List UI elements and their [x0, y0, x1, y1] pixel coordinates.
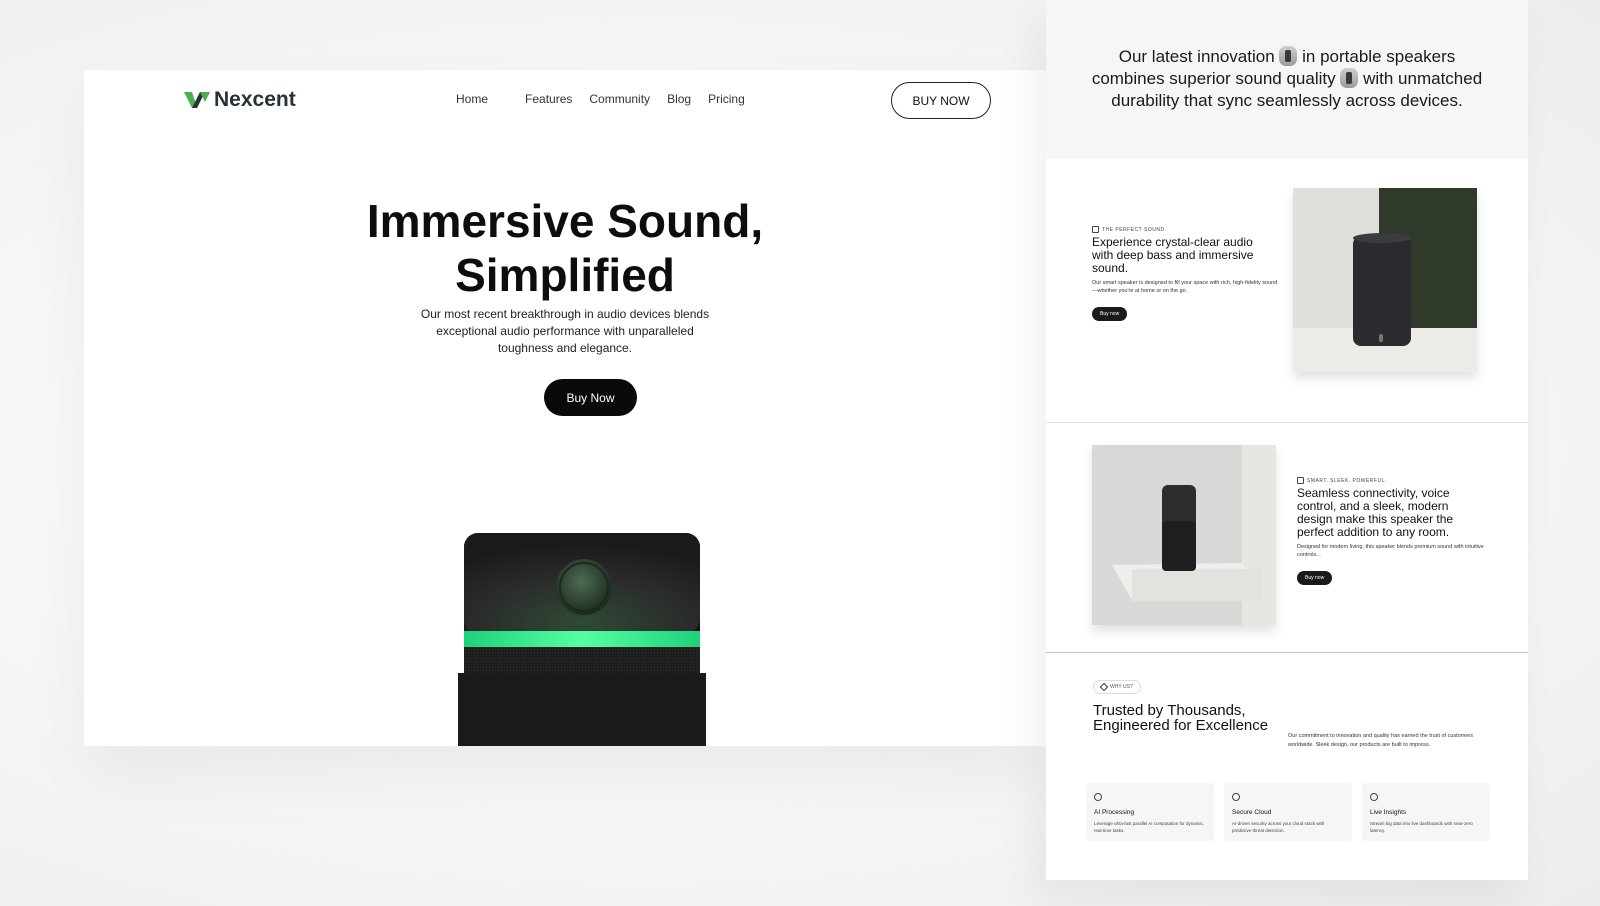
diamond-icon	[1099, 682, 1109, 692]
brand-name: Nexcent	[214, 88, 296, 111]
nav-blog[interactable]: Blog	[667, 92, 691, 106]
intro-text-part-4: with unmatched	[1363, 69, 1483, 88]
why-us-title: Trusted by Thousands, Engineered for Exc…	[1093, 702, 1269, 734]
nav-pricing[interactable]: Pricing	[708, 92, 745, 106]
chip-icon	[1094, 793, 1102, 801]
pill-speaker-icon	[1340, 68, 1359, 88]
mockup-stage: Nexcent Home Features Community Blog Pri…	[0, 0, 1600, 906]
section2-eyebrow-text: SMART. SLEEK. POWERFUL.	[1307, 477, 1387, 484]
speaker-icon	[1297, 477, 1304, 484]
hero-desc-line-1: Our most recent breakthrough in audio de…	[420, 307, 710, 321]
hero-buy-now-button[interactable]: Buy Now	[544, 379, 637, 416]
why-us-badge: WHY US?	[1093, 680, 1141, 694]
why-us-badge-text: WHY US?	[1110, 684, 1133, 690]
feature-card-title: AI Processing	[1094, 809, 1135, 816]
hero-title-line-1: Immersive Sound,	[366, 195, 764, 247]
section2-description: Designed for modern living, this speaker…	[1297, 544, 1484, 558]
section1-title: Experience crystal-clear audio with deep…	[1092, 235, 1254, 275]
intro-section: Our latest innovation in portable speake…	[1046, 0, 1528, 159]
logo-icon	[184, 92, 210, 108]
pill-speaker-icon	[1279, 46, 1298, 66]
hero-desc-line-3: toughness and elegance.	[497, 341, 633, 355]
why-us-description: Our commitment to innovation and quality…	[1288, 733, 1473, 748]
intro-text: Our latest innovation in portable speake…	[1066, 46, 1508, 112]
nav-buy-now-button[interactable]: BUY NOW	[891, 82, 991, 119]
nav-community[interactable]: Community	[589, 92, 650, 106]
section2-title: Seamless connectivity, voice control, an…	[1297, 486, 1454, 539]
nav-features[interactable]: Features	[525, 92, 572, 106]
hero-description: Our most recent breakthrough in audio de…	[415, 306, 715, 357]
feature-card-desc: Stream big data into live dashboards wit…	[1370, 821, 1473, 833]
section1-description: Our smart speaker is designed to fill yo…	[1092, 280, 1278, 294]
hero-title-line-2: Simplified	[455, 249, 675, 301]
speaker-product-image	[458, 533, 706, 746]
section2-buy-button[interactable]: Buy now	[1297, 571, 1333, 585]
feature-card[interactable]: Secure Cloud AI-driven security across y…	[1224, 783, 1352, 841]
intro-text-part-1: Our latest innovation	[1118, 47, 1275, 66]
feature-card-title: Secure Cloud	[1232, 809, 1272, 816]
hero-desc-line-2: exceptional audio performance with unpar…	[436, 324, 694, 338]
feature-card-desc: AI-driven security across your cloud sta…	[1232, 821, 1325, 833]
divider	[1046, 652, 1528, 653]
section1-eyebrow: THE PERFECT SOUND.	[1092, 226, 1166, 233]
feature-cards: AI Processing Leverage ultra-fast parall…	[1086, 783, 1490, 841]
speaker-photo-1	[1293, 188, 1477, 372]
intro-text-part-5: durability that sync seamlessly across d…	[1111, 91, 1463, 110]
brand-logo[interactable]: Nexcent	[184, 88, 296, 112]
feature-card[interactable]: AI Processing Leverage ultra-fast parall…	[1086, 783, 1214, 841]
navbar: Nexcent Home Features Community Blog Pri…	[84, 70, 1046, 130]
sound-wave-icon	[1092, 226, 1099, 233]
nav-home[interactable]: Home	[456, 92, 488, 106]
chart-icon	[1370, 793, 1378, 801]
divider	[1046, 422, 1528, 423]
section2-eyebrow: SMART. SLEEK. POWERFUL.	[1297, 477, 1387, 484]
feature-panel: Our latest innovation in portable speake…	[1046, 0, 1528, 880]
speaker-photo-2	[1092, 445, 1276, 625]
section1-eyebrow-text: THE PERFECT SOUND.	[1102, 226, 1167, 233]
intro-text-part-2: in portable speakers	[1302, 47, 1456, 66]
hero-title: Immersive Sound, Simplified	[84, 194, 1046, 302]
feature-card[interactable]: Live Insights Stream big data into live …	[1362, 783, 1490, 841]
intro-text-part-3: combines superior sound quality	[1091, 69, 1336, 88]
section1-buy-button[interactable]: Buy now	[1092, 307, 1128, 321]
landing-page: Nexcent Home Features Community Blog Pri…	[84, 70, 1046, 746]
feature-card-desc: Leverage ultra-fast parallel AI computat…	[1094, 821, 1205, 833]
nav-links: Home Features Community Blog Pricing	[456, 92, 745, 106]
feature-card-title: Live Insights	[1370, 809, 1407, 816]
shield-icon	[1232, 793, 1240, 801]
